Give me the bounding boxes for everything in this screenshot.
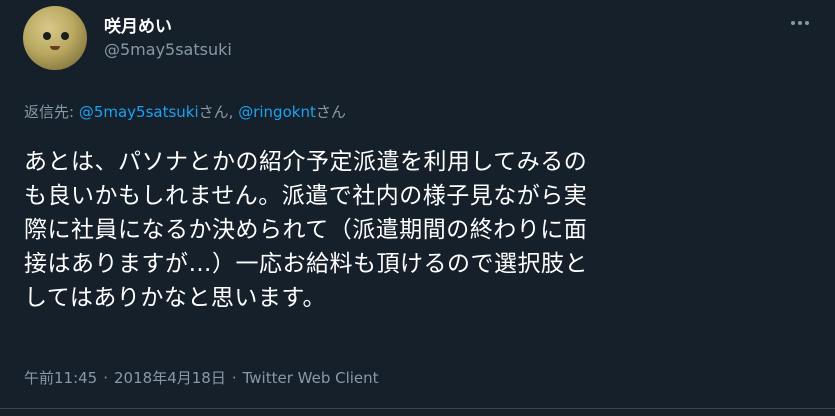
avatar-mouth [50,46,60,50]
reply-to-line: 返信先: @5may5satsukiさん, @ringokntさん [24,101,346,122]
tweet-body: あとは、パソナとかの紹介予定派遣を利用してみるの も良いかもしれません。派遣で社… [24,145,814,315]
tweet-timestamp-date[interactable]: 2018年4月18日 [114,369,226,387]
reply-prefix: 返信先: [24,103,79,121]
tweet-body-line: あとは、パソナとかの紹介予定派遣を利用してみるの [24,149,588,175]
more-options-icon[interactable] [789,12,811,34]
reply-honorific: さん, [198,103,239,121]
tweet-body-line: 際に社員になるか決められて（派遣期間の終わりに面 [24,217,588,243]
tweet-source[interactable]: Twitter Web Client [243,369,379,387]
author-display-name[interactable]: 咲月めい [104,12,172,37]
tweet-timestamp-time[interactable]: 午前11:45 [24,369,97,387]
reply-mention-5may5satsuki[interactable]: @5may5satsuki [79,103,199,121]
reply-honorific: さん [315,103,346,121]
avatar[interactable] [23,6,87,70]
avatar-eye-right [61,32,69,40]
author-handle[interactable]: @5may5satsuki [104,40,232,59]
tweet-body-line: も良いかもしれません。派遣で社内の様子見ながら実 [24,183,588,209]
meta-separator: · [231,369,237,387]
tweet-body-line: してはありかなと思います。 [24,285,327,311]
divider [0,408,835,409]
tweet-body-line: 接はありますが…）一応お給料も頂けるので選択肢と [24,251,588,277]
avatar-eye-left [43,32,51,40]
tweet-meta: 午前11:45 · 2018年4月18日 · Twitter Web Client [24,367,379,388]
reply-mention-ringoknt[interactable]: @ringoknt [238,103,316,121]
tweet-card: 咲月めい @5may5satsuki 返信先: @5may5satsukiさん,… [0,0,835,416]
meta-separator: · [103,369,109,387]
